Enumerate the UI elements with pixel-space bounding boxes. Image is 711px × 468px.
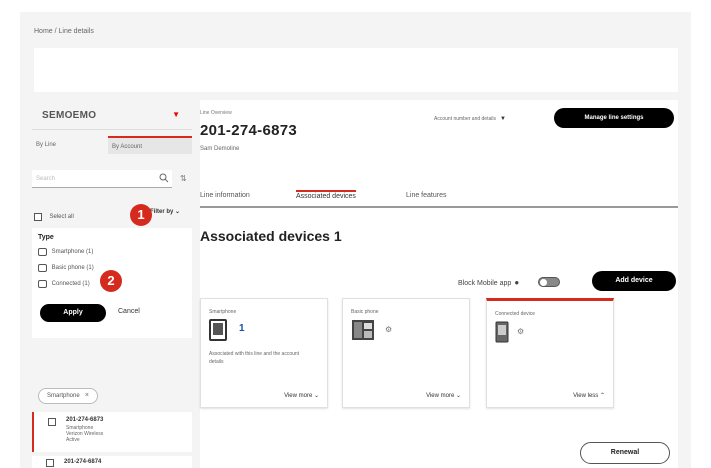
add-device-button[interactable]: Add device (592, 271, 676, 291)
view-less-link[interactable]: View less ⌃ (573, 392, 605, 399)
close-icon[interactable]: × (85, 392, 89, 399)
info-icon[interactable]: ● (514, 278, 519, 287)
checkbox[interactable] (48, 418, 56, 426)
account-name: SEMOEMO (42, 110, 97, 121)
card-title: Connected device (495, 311, 536, 317)
card-note: Associated with this line and the accoun… (209, 351, 300, 357)
device-card-smartphone: Smartphone 1 Associated with this line a… (200, 298, 328, 408)
tab-bar: Line information Associated devices Line… (200, 190, 678, 208)
overview-label: Line Overview (200, 110, 232, 116)
filter-type-title: Type (38, 234, 54, 241)
apply-button[interactable]: Apply (40, 304, 106, 322)
chevron-down-icon: ▼ (499, 116, 506, 122)
filter-chip-label: Smartphone (47, 393, 80, 399)
checkbox[interactable] (38, 264, 47, 272)
tab-line-features[interactable]: Line features (406, 192, 446, 199)
list-item-number: 201-274-6874 (64, 459, 102, 465)
device-card-connected: Connected device ⚙ View less ⌃ (486, 298, 614, 408)
tablet-icon (209, 319, 227, 341)
phone-icon (495, 321, 509, 343)
device-count: 1 (239, 323, 245, 334)
callout-marker-2: 2 (100, 270, 122, 292)
filter-option[interactable]: Connected (1) (38, 280, 90, 288)
manage-line-button[interactable]: Manage line settings (554, 108, 674, 128)
checkbox[interactable] (38, 248, 47, 256)
block-app-toggle[interactable] (538, 277, 560, 287)
section-title: Associated devices 1 (200, 228, 342, 244)
search-input[interactable]: Search (32, 170, 172, 188)
card-title: Smartphone (209, 309, 237, 315)
filter-by-button[interactable]: Filter by ⌄ (150, 208, 180, 215)
list-item[interactable]: 201-274-6874 (32, 456, 192, 468)
filter-chip[interactable]: Smartphone × (38, 388, 98, 404)
search-placeholder: Search (36, 176, 56, 182)
toggle-knob (540, 279, 547, 286)
select-all-label: Select all (49, 213, 74, 220)
sidebar: SEMOEMO ▼ By Line By Account Search ⇅ Se… (32, 100, 192, 468)
card-title: Basic phone (351, 309, 379, 315)
filter-option[interactable]: Smartphone (1) (38, 248, 93, 256)
select-all-checkbox[interactable] (34, 212, 42, 221)
chevron-down-icon: ⌄ (175, 209, 181, 215)
tab-by-account[interactable]: By Account (108, 136, 192, 154)
callout-marker-1: 1 (130, 204, 152, 226)
filter-by-label: Filter by (150, 209, 174, 215)
select-all[interactable]: Select all (34, 208, 74, 226)
desk-phone-icon (352, 320, 374, 340)
status-icon: ⚙ (385, 325, 393, 334)
account-selector[interactable]: SEMOEMO ▼ (32, 100, 192, 130)
sidebar-tabs: By Line By Account (32, 136, 192, 154)
main-content: Line Overview 201-274-6873 Sam Demoline … (200, 100, 678, 468)
status-icon: ⚙ (517, 327, 525, 336)
checkbox[interactable] (38, 280, 47, 288)
top-panel (34, 48, 678, 92)
owner-name: Sam Demoline (200, 146, 240, 152)
filter-option[interactable]: Basic phone (1) (38, 264, 94, 272)
cancel-button[interactable]: Cancel (118, 308, 140, 315)
checkbox[interactable] (46, 459, 54, 467)
device-card-basic-phone: Basic phone ⚙ View more ⌄ (342, 298, 470, 408)
renewal-button[interactable]: Renewal (580, 442, 670, 464)
card-note: details (209, 359, 224, 365)
chevron-down-icon: ▼ (172, 110, 180, 119)
view-more-link[interactable]: View more ⌄ (284, 392, 319, 399)
list-item[interactable]: 201-274-6873 Smartphone Verizon Wireless… (32, 412, 192, 452)
account-dropdown[interactable]: Account number and details ▼ (434, 116, 506, 122)
block-app-label: Block Mobile app ● (458, 278, 520, 287)
view-more-link[interactable]: View more ⌄ (426, 392, 461, 399)
tab-associated-devices[interactable]: Associated devices (296, 190, 356, 200)
tab-line-information[interactable]: Line information (200, 192, 250, 199)
list-item-number: 201-274-6873 (66, 417, 104, 423)
page-title: 201-274-6873 (200, 122, 298, 139)
sort-icon[interactable]: ⇅ (180, 174, 187, 183)
app-frame: Home / Line details SEMOEMO ▼ By Line By… (20, 12, 691, 468)
tab-by-line[interactable]: By Line (32, 136, 102, 154)
breadcrumb[interactable]: Home / Line details (34, 28, 94, 35)
search-icon[interactable] (159, 173, 169, 183)
